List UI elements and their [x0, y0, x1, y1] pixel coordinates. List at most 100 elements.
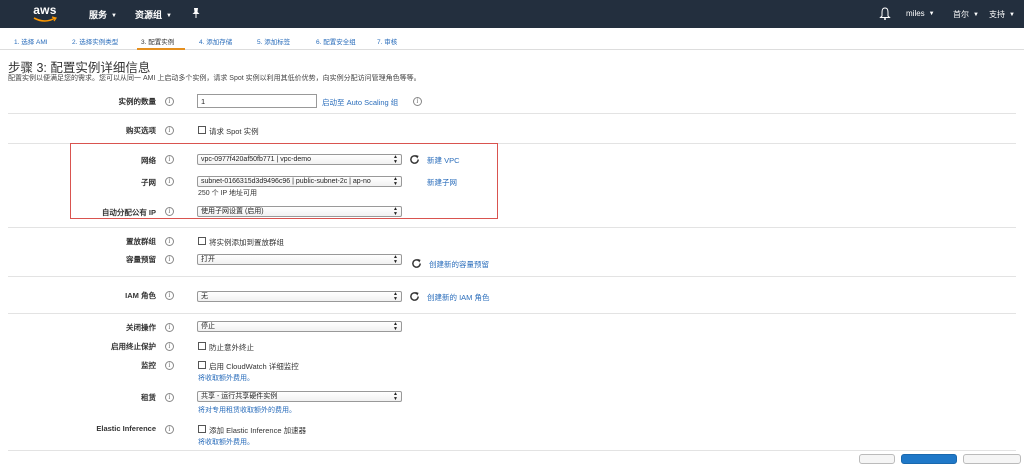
- info-icon[interactable]: i: [165, 342, 174, 351]
- create-capacity-reservation-link[interactable]: 创建新的容量预留: [429, 259, 489, 270]
- refresh-icon[interactable]: [409, 291, 420, 302]
- pin-icon[interactable]: [190, 7, 202, 19]
- placement-group-checkbox[interactable]: [198, 237, 206, 245]
- support-menu[interactable]: 支持 ▼: [989, 9, 1015, 20]
- create-iam-role-link[interactable]: 创建新的 IAM 角色: [427, 292, 490, 303]
- chevron-down-icon: ▼: [973, 12, 979, 18]
- tab-choose-ami[interactable]: 1. 选择 AMI: [14, 36, 48, 46]
- aws-logo[interactable]: aws: [30, 3, 60, 25]
- placement-group-label: 置放群组: [126, 237, 156, 246]
- elastic-inference-label: Elastic Inference: [96, 424, 156, 433]
- chevron-down-icon: ▼: [111, 13, 117, 19]
- active-tab-indicator: [137, 48, 185, 50]
- select-arrows-icon: ▲ ▼: [393, 206, 398, 217]
- iam-role-value: 无: [201, 293, 208, 300]
- refresh-icon[interactable]: [409, 154, 420, 165]
- region-menu[interactable]: 首尔 ▼: [953, 9, 979, 20]
- shutdown-behavior-value: 停止: [201, 323, 215, 330]
- divider: [8, 276, 1016, 277]
- tenancy-label: 租赁: [141, 393, 156, 402]
- divider: [8, 227, 1016, 228]
- elastic-inference-checkbox[interactable]: [198, 425, 206, 433]
- monitoring-label: 监控: [141, 361, 156, 370]
- info-icon[interactable]: i: [165, 155, 174, 164]
- user-menu[interactable]: miles ▼: [906, 9, 935, 18]
- wizard-step-tabs: 1. 选择 AMI 2. 选择实例类型 3. 配置实例 4. 添加存储 5. 添…: [0, 28, 1024, 50]
- spot-instance-checkbox-label: 请求 Spot 实例: [209, 127, 259, 136]
- info-icon[interactable]: i: [413, 97, 422, 106]
- info-icon[interactable]: i: [165, 291, 174, 300]
- termination-protection-checkbox[interactable]: [198, 342, 206, 350]
- info-icon[interactable]: i: [165, 177, 174, 186]
- select-arrows-icon: ▲ ▼: [393, 321, 398, 332]
- page-description: 配置实例以便满足您的需求。您可以从同一 AMI 上启动多个实例，请求 Spot …: [8, 75, 421, 82]
- chevron-down-icon: ▼: [928, 11, 935, 17]
- purchase-option-label: 购买选项: [126, 126, 156, 135]
- tab-configure-security-group[interactable]: 6. 配置安全组: [316, 36, 356, 46]
- termination-protection-checkbox-label: 防止意外终止: [209, 343, 254, 352]
- monitoring-charge-note[interactable]: 将收取额外费用。: [198, 373, 254, 383]
- tenancy-value: 共享 - 运行共享硬件实例: [201, 393, 278, 400]
- auto-assign-public-ip-select[interactable]: 使用子网设置 (启用) ▲ ▼: [197, 206, 402, 217]
- divider: [8, 313, 1016, 314]
- detailed-monitoring-checkbox[interactable]: [198, 361, 206, 369]
- divider: [8, 113, 1016, 114]
- tab-add-tags[interactable]: 5. 添加标签: [257, 36, 290, 46]
- user-menu-label: miles: [906, 9, 925, 18]
- refresh-icon[interactable]: [411, 258, 422, 269]
- instance-count-input[interactable]: 1: [197, 94, 317, 108]
- aws-logo-text: aws: [33, 3, 57, 17]
- capacity-reservation-value: 打开: [201, 256, 215, 263]
- tab-choose-instance-type[interactable]: 2. 选择实例类型: [72, 36, 118, 46]
- info-icon[interactable]: i: [165, 393, 174, 402]
- elastic-inference-checkbox-label: 添加 Elastic Inference 加速器: [209, 426, 307, 435]
- aws-smile-icon: [33, 16, 57, 22]
- info-icon[interactable]: i: [165, 97, 174, 106]
- termination-protection-label: 启用终止保护: [111, 342, 156, 351]
- tab-review[interactable]: 7. 审核: [377, 36, 397, 46]
- capacity-reservation-select[interactable]: 打开 ▲ ▼: [197, 254, 402, 265]
- iam-role-label: IAM 角色: [125, 291, 156, 300]
- info-icon[interactable]: i: [165, 425, 174, 434]
- region-menu-label: 首尔: [953, 10, 969, 19]
- create-subnet-link[interactable]: 新建子网: [427, 177, 457, 188]
- launch-into-asg-link[interactable]: 启动至 Auto Scaling 组: [322, 97, 398, 108]
- subnet-ip-availability: 250 个 IP 地址可用: [198, 190, 258, 197]
- placement-group-checkbox-label: 将实例添加到置放群组: [209, 238, 284, 247]
- network-select[interactable]: vpc-0977f420af50fb771 | vpc-demo ▲ ▼: [197, 154, 402, 165]
- review-and-launch-button[interactable]: [901, 454, 957, 464]
- services-menu[interactable]: 服务 ▼: [89, 8, 117, 21]
- chevron-down-icon: ▼: [166, 13, 172, 19]
- tenancy-select[interactable]: 共享 - 运行共享硬件实例 ▲ ▼: [197, 391, 402, 402]
- tab-add-storage[interactable]: 4. 添加存储: [199, 36, 232, 46]
- elastic-inference-charge-note[interactable]: 将收取额外费用。: [198, 437, 254, 447]
- info-icon[interactable]: i: [165, 207, 174, 216]
- iam-role-select[interactable]: 无 ▲ ▼: [197, 291, 402, 302]
- create-vpc-link[interactable]: 新建 VPC: [427, 155, 460, 166]
- select-arrows-icon: ▲ ▼: [393, 176, 398, 187]
- info-icon[interactable]: i: [165, 126, 174, 135]
- tab-configure-instance[interactable]: 3. 配置实例: [141, 36, 174, 46]
- spot-instance-checkbox[interactable]: [198, 126, 206, 134]
- resource-groups-menu[interactable]: 资源组 ▼: [135, 8, 172, 21]
- next-step-button[interactable]: [963, 454, 1021, 464]
- shutdown-behavior-select[interactable]: 停止 ▲ ▼: [197, 321, 402, 332]
- info-icon[interactable]: i: [165, 323, 174, 332]
- select-arrows-icon: ▲ ▼: [393, 391, 398, 402]
- info-icon[interactable]: i: [165, 361, 174, 370]
- auto-assign-public-ip-value: 使用子网设置 (启用): [201, 208, 264, 215]
- subnet-label: 子网: [141, 178, 156, 187]
- cancel-button[interactable]: [859, 454, 895, 464]
- network-select-value: vpc-0977f420af50fb771 | vpc-demo: [201, 156, 312, 163]
- network-label: 网络: [141, 156, 156, 165]
- info-icon[interactable]: i: [165, 255, 174, 264]
- select-arrows-icon: ▲ ▼: [393, 154, 398, 165]
- subnet-select[interactable]: subnet-0166315d3d9496c96 | public-subnet…: [197, 176, 402, 187]
- select-arrows-icon: ▲ ▼: [393, 291, 398, 302]
- info-icon[interactable]: i: [165, 237, 174, 246]
- tenancy-charge-note[interactable]: 将对专用租赁收取额外的费用。: [198, 405, 296, 415]
- bell-icon[interactable]: [879, 7, 891, 21]
- shutdown-behavior-label: 关闭操作: [126, 323, 156, 332]
- detailed-monitoring-checkbox-label: 启用 CloudWatch 详细监控: [209, 362, 299, 371]
- services-menu-label: 服务: [89, 10, 108, 20]
